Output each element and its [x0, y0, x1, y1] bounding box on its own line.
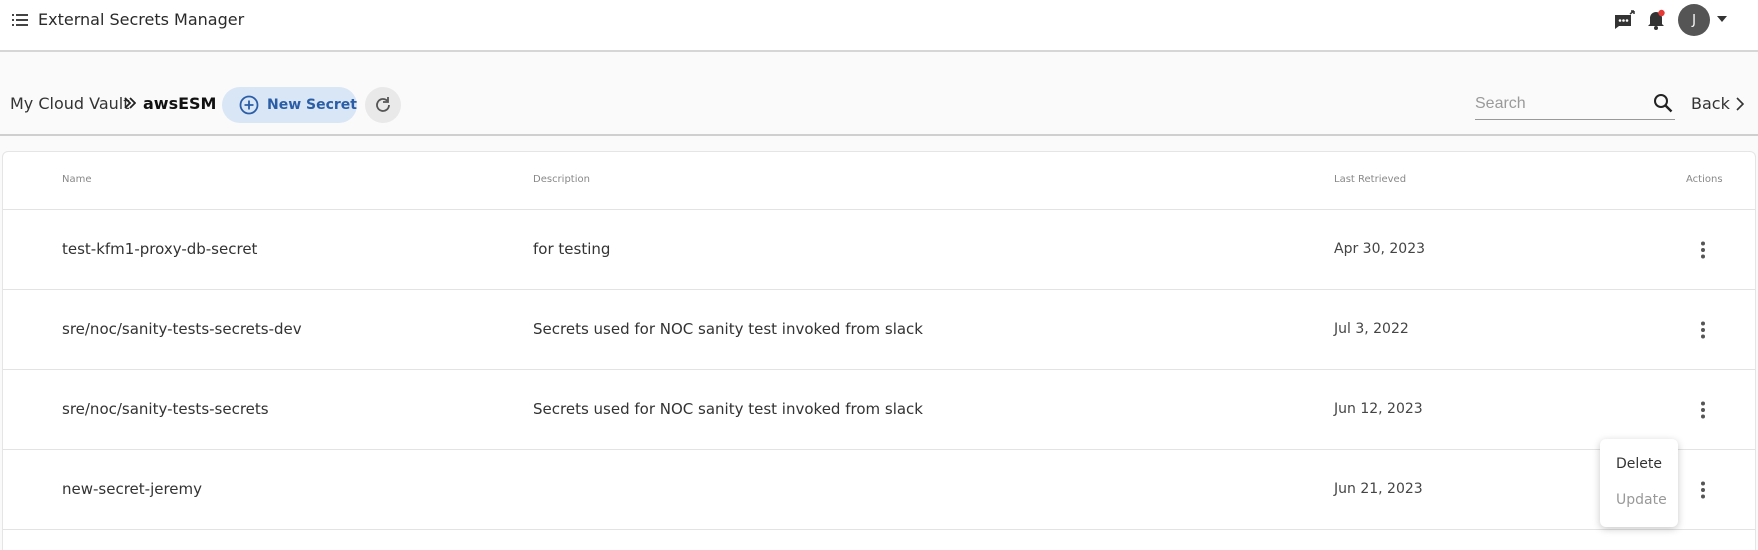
search-input[interactable] — [1475, 92, 1635, 116]
breadcrumb-current: awsESM — [143, 94, 217, 113]
secret-description: for testing — [533, 240, 611, 258]
secret-last-retrieved: Apr 30, 2023 — [1334, 241, 1426, 257]
more-vertical-icon — [1701, 241, 1705, 259]
secrets-toolbar: My Cloud Vault awsESM New Secret Back — [0, 54, 1758, 136]
menu-list-icon[interactable] — [12, 13, 28, 27]
top-app-bar: External Secrets Manager J — [0, 0, 1758, 52]
back-label: Back — [1691, 94, 1730, 113]
refresh-button[interactable] — [365, 87, 401, 123]
breadcrumb-root[interactable]: My Cloud Vault — [10, 94, 130, 113]
secret-description: Secrets used for NOC sanity test invoked… — [533, 400, 923, 418]
more-vertical-icon — [1701, 481, 1705, 499]
avatar-initial: J — [1692, 12, 1696, 28]
table-row[interactable]: new-secret-jeremy Jun 21, 2023 — [3, 450, 1755, 530]
column-header-actions: Actions — [1686, 174, 1723, 185]
secrets-table: Name Description Last Retrieved Actions … — [2, 151, 1756, 550]
secret-last-retrieved: Jul 3, 2022 — [1334, 321, 1409, 337]
secret-last-retrieved: Jun 12, 2023 — [1334, 401, 1423, 417]
secret-name[interactable]: test-kfm1-proxy-db-secret — [62, 240, 257, 258]
search-box — [1475, 90, 1675, 120]
row-actions-button[interactable] — [1691, 398, 1715, 422]
secret-name[interactable]: sre/noc/sanity-tests-secrets-dev — [62, 320, 302, 338]
new-secret-button[interactable]: New Secret — [222, 87, 357, 123]
table-row[interactable]: sre/noc/sanity-tests-secrets-dev Secrets… — [3, 290, 1755, 370]
table-header: Name Description Last Retrieved Actions — [3, 152, 1755, 210]
app-title: External Secrets Manager — [38, 10, 245, 29]
row-actions-menu: Delete Update — [1600, 439, 1678, 527]
column-header-last-retrieved[interactable]: Last Retrieved — [1334, 174, 1406, 185]
search-icon[interactable] — [1653, 93, 1673, 113]
avatar[interactable]: J — [1678, 4, 1710, 36]
back-link[interactable]: Back — [1691, 94, 1744, 113]
chevron-right-icon — [1736, 96, 1744, 111]
refresh-icon — [376, 97, 390, 112]
column-header-name[interactable]: Name — [62, 174, 92, 185]
secret-name[interactable]: new-secret-jeremy — [62, 480, 202, 498]
caret-down-icon[interactable] — [1716, 14, 1728, 24]
notification-dot — [1658, 9, 1665, 17]
new-secret-label: New Secret — [267, 97, 357, 113]
row-actions-button[interactable] — [1691, 478, 1715, 502]
more-vertical-icon — [1701, 321, 1705, 339]
secret-name[interactable]: sre/noc/sanity-tests-secrets — [62, 400, 269, 418]
column-header-description[interactable]: Description — [533, 174, 590, 185]
secret-last-retrieved: Jun 21, 2023 — [1334, 481, 1423, 497]
table-row[interactable]: sre/noc/sanity-tests-secrets Secrets use… — [3, 370, 1755, 450]
row-actions-button[interactable] — [1691, 318, 1715, 342]
secret-description: Secrets used for NOC sanity test invoked… — [533, 320, 923, 338]
table-row[interactable]: test-kfm1-proxy-db-secret for testing Ap… — [3, 210, 1755, 290]
menu-item-update[interactable]: Update — [1616, 492, 1667, 508]
menu-item-delete[interactable]: Delete — [1616, 456, 1662, 472]
double-chevron-right-icon — [124, 97, 136, 109]
more-vertical-icon — [1701, 401, 1705, 419]
bell-icon[interactable] — [1646, 9, 1666, 31]
add-circle-icon — [239, 95, 259, 115]
row-actions-button[interactable] — [1691, 238, 1715, 262]
chat-notification-icon[interactable] — [1614, 10, 1636, 30]
